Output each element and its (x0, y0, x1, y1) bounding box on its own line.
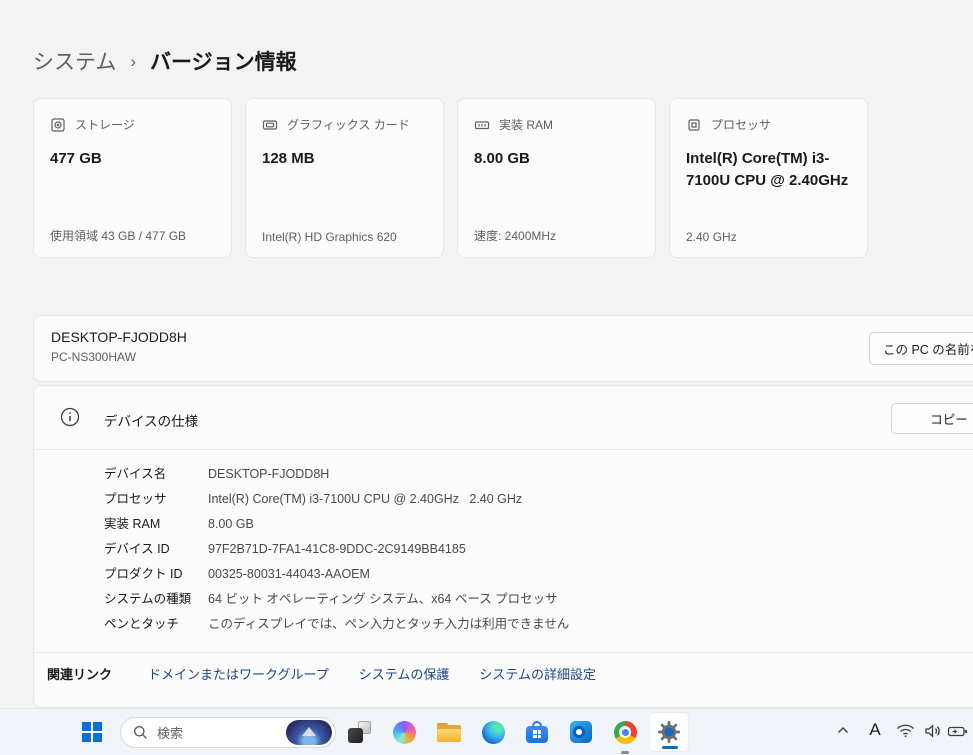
link-advanced-system-settings[interactable]: システムの詳細設定 (479, 664, 596, 683)
battery-button[interactable] (947, 725, 968, 738)
spec-label: デバイス名 (104, 462, 208, 487)
outlook-button[interactable] (561, 712, 601, 752)
processor-card: プロセッサ Intel(R) Core(TM) i3-7100U CPU @ 2… (669, 98, 868, 258)
related-links-row: 関連リンク ドメインまたはワークグループ システムの保護 システムの詳細設定 (47, 664, 596, 683)
spec-label: ペンとタッチ (104, 612, 208, 637)
chrome-button[interactable] (605, 712, 645, 752)
processor-card-caption: 2.40 GHz (686, 230, 851, 244)
storage-card-label: ストレージ (75, 116, 135, 133)
storage-card-value: 477 GB (50, 148, 215, 170)
windows-logo-icon (82, 722, 102, 742)
device-specs-card: デバイスの仕様 コピー デバイス名 DESKTOP-FJODD8H プロセッサ … (33, 385, 973, 708)
chrome-running-indicator (621, 751, 629, 754)
info-icon (60, 407, 80, 427)
spec-table: デバイス名 DESKTOP-FJODD8H プロセッサ Intel(R) Cor… (104, 462, 569, 637)
breadcrumb: システム › バージョン情報 (33, 46, 297, 76)
search-input[interactable]: 検索 (120, 717, 336, 748)
graphics-card-value: 128 MB (262, 148, 427, 170)
battery-icon (947, 725, 968, 738)
link-domain-workgroup[interactable]: ドメインまたはワークグループ (148, 664, 329, 683)
storage-card-header: ストレージ (50, 116, 215, 133)
taskbar: 検索 (0, 708, 973, 755)
storage-card-caption: 使用領域 43 GB / 477 GB (50, 227, 215, 244)
ram-card: 実装 RAM 8.00 GB 速度: 2400MHz (457, 98, 656, 258)
search-placeholder: 検索 (157, 723, 183, 742)
summary-cards: ストレージ 477 GB 使用領域 43 GB / 477 GB グラフィックス… (33, 98, 868, 258)
ram-card-label: 実装 RAM (499, 116, 553, 133)
storage-icon (50, 117, 66, 133)
spec-label: プロダクト ID (104, 562, 208, 587)
gpu-icon (262, 117, 278, 133)
specs-header-divider (34, 449, 973, 450)
volume-button[interactable] (924, 724, 942, 738)
wifi-icon (896, 723, 915, 738)
file-explorer-icon (437, 723, 461, 742)
processor-card-value: Intel(R) Core(TM) i3-7100U CPU @ 2.40GHz (686, 148, 851, 192)
chevron-up-icon (836, 725, 850, 735)
cpu-icon (686, 117, 702, 133)
processor-card-header: プロセッサ (686, 116, 851, 133)
tray-chevron-up-button[interactable] (836, 725, 850, 735)
ram-icon (474, 117, 490, 133)
device-name-card: DESKTOP-FJODD8H PC-NS300HAW この PC の名前を (33, 315, 973, 382)
task-view-button[interactable] (339, 712, 379, 752)
ime-mode-button[interactable]: A (866, 720, 884, 740)
store-button[interactable] (517, 712, 557, 752)
rename-pc-button[interactable]: この PC の名前を (869, 332, 973, 365)
graphics-card-header: グラフィックス カード (262, 116, 427, 133)
link-system-protection[interactable]: システムの保護 (359, 664, 450, 683)
processor-card-label: プロセッサ (711, 116, 771, 133)
ram-card-value: 8.00 GB (474, 148, 639, 170)
settings-button[interactable] (649, 712, 689, 752)
device-specs-title: デバイスの仕様 (104, 410, 198, 430)
outlook-icon (570, 721, 592, 743)
spec-value: 00325-80031-44043-AAOEM (208, 562, 569, 587)
volume-icon (924, 724, 942, 738)
graphics-card-label: グラフィックス カード (287, 116, 410, 133)
spec-label: プロセッサ (104, 487, 208, 512)
search-icon (133, 725, 148, 740)
spec-label: デバイス ID (104, 537, 208, 562)
task-view-icon (348, 721, 371, 743)
ram-card-header: 実装 RAM (474, 116, 639, 133)
spec-label: 実装 RAM (104, 512, 208, 537)
spec-label: システムの種類 (104, 587, 208, 612)
copy-button[interactable]: コピー (891, 403, 973, 434)
graphics-card: グラフィックス カード 128 MB Intel(R) HD Graphics … (245, 98, 444, 258)
ram-card-caption: 速度: 2400MHz (474, 227, 639, 244)
settings-about-page: システム › バージョン情報 ストレージ 477 GB 使用領域 43 GB /… (0, 0, 973, 755)
device-specs-expander[interactable]: デバイスの仕様 コピー (34, 386, 973, 449)
breadcrumb-system[interactable]: システム (33, 46, 116, 76)
store-icon (526, 721, 548, 743)
edge-icon (482, 721, 505, 744)
spec-value: DESKTOP-FJODD8H (208, 462, 569, 487)
related-links-label: 関連リンク (47, 664, 112, 683)
spec-value: 64 ビット オペレーティング システム、x64 ベース プロセッサ (208, 587, 569, 612)
edge-button[interactable] (473, 712, 513, 752)
graphics-card-caption: Intel(R) HD Graphics 620 (262, 230, 427, 244)
device-model: PC-NS300HAW (51, 350, 136, 364)
breadcrumb-separator-icon: › (130, 51, 136, 72)
start-button[interactable] (72, 712, 112, 752)
settings-gear-icon (657, 720, 681, 744)
chrome-icon (614, 721, 637, 744)
wifi-button[interactable] (896, 723, 915, 738)
device-name: DESKTOP-FJODD8H (51, 329, 187, 345)
page-title: バージョン情報 (150, 46, 297, 76)
spec-value: Intel(R) Core(TM) i3-7100U CPU @ 2.40GHz… (208, 487, 569, 512)
spec-value: 8.00 GB (208, 512, 569, 537)
search-highlight-image[interactable] (286, 720, 332, 745)
copilot-icon (393, 721, 416, 744)
copilot-button[interactable] (384, 712, 424, 752)
spec-value: このディスプレイでは、ペン入力とタッチ入力は利用できません (208, 612, 569, 637)
file-explorer-button[interactable] (429, 712, 469, 752)
spec-value: 97F2B71D-7FA1-41C8-9DDC-2C9149BB4185 (208, 537, 569, 562)
settings-active-indicator (662, 746, 678, 749)
storage-card: ストレージ 477 GB 使用領域 43 GB / 477 GB (33, 98, 232, 258)
ime-indicator: A (869, 720, 880, 740)
related-divider (34, 652, 973, 653)
